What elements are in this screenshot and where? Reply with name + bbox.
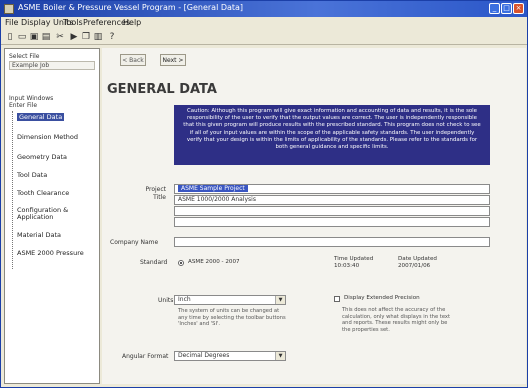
save-icon[interactable]: ▣ (29, 32, 39, 42)
units-label: Units (158, 297, 174, 304)
main-panel: < Back Next > GENERAL DATA Caution: Alth… (102, 48, 526, 384)
app-window: ASME Boiler & Pressure Vessel Program - … (0, 0, 528, 388)
sidebar-item-tool-data[interactable]: Tool Data (17, 171, 47, 179)
open-file-icon[interactable]: ▭ (17, 32, 27, 42)
title-bar[interactable]: ASME Boiler & Pressure Vessel Program - … (1, 1, 527, 17)
company-name-field[interactable] (174, 237, 490, 247)
sidebar-item-dimension-method[interactable]: Dimension Method (17, 133, 78, 141)
sidebar-item-material-data[interactable]: Material Data (17, 231, 61, 239)
sidebar-job-field[interactable]: Example Job (9, 61, 95, 70)
date-updated-label: Date Updated (398, 256, 437, 262)
menu-tools[interactable]: Tools (63, 18, 83, 27)
sidebar-item-geometry-data[interactable]: Geometry Data (17, 153, 67, 161)
chevron-down-icon: ▼ (275, 296, 285, 304)
toolbar: ▯ ▭ ▣ ▤ ✂ ▶ ❐ ▥ ? (1, 30, 527, 45)
standard-radio[interactable] (178, 260, 184, 266)
angular-format-select[interactable]: Decimal Degrees ▼ (174, 351, 286, 361)
run-icon[interactable]: ▶ (69, 32, 79, 42)
date-updated-value: 2007/01/06 (398, 263, 431, 269)
project-title-line-4[interactable] (174, 217, 490, 227)
display-extended-checkbox[interactable] (334, 296, 340, 302)
sidebar-item-tooth-clearance[interactable]: Tooth Clearance (17, 189, 69, 197)
maximize-button[interactable]: □ (501, 3, 512, 14)
menu-file[interactable]: File (5, 18, 18, 27)
cut-icon[interactable]: ✂ (55, 32, 65, 42)
help-icon[interactable]: ? (107, 32, 117, 42)
time-updated-value: 10:03:40 (334, 263, 360, 269)
time-updated-label: Time Updated (334, 256, 374, 262)
display-extended-note: This does not affect the accuracy of the… (342, 307, 451, 333)
standard-label: Standard (140, 259, 168, 266)
menu-bar: File Display Units Tools Preferences Hel… (1, 17, 527, 29)
copy-icon[interactable]: ❐ (81, 32, 91, 42)
angular-format-value: Decimal Degrees (178, 352, 230, 359)
project-title-line-1[interactable]: ASME Sample Project (174, 184, 490, 194)
window-title: ASME Boiler & Pressure Vessel Program - … (18, 3, 244, 12)
angular-format-label: Angular Format (122, 353, 169, 360)
app-icon (4, 4, 14, 14)
close-button[interactable]: × (513, 3, 524, 14)
standard-value: ASME 2000 - 2007 (188, 259, 240, 265)
sidebar-section-label: Input Windows (9, 95, 54, 102)
units-select[interactable]: Inch ▼ (174, 295, 286, 305)
company-name-label: Company Name (110, 239, 159, 246)
display-extended-label: Display Extended Precision (344, 295, 420, 301)
sidebar-item-asme-pressure[interactable]: ASME 2000 Pressure (17, 249, 84, 257)
sidebar-section-value: Enter File (9, 102, 38, 109)
minimize-button[interactable]: _ (489, 3, 500, 14)
sidebar-item-general-data[interactable]: General Data (17, 113, 65, 121)
units-select-value: Inch (178, 296, 191, 303)
back-button[interactable]: < Back (120, 54, 146, 66)
paste-icon[interactable]: ▥ (93, 32, 103, 42)
caution-notice: Caution: Although this program will give… (174, 105, 490, 165)
new-file-icon[interactable]: ▯ (5, 32, 15, 42)
next-button[interactable]: Next > (160, 54, 186, 66)
chevron-down-icon: ▼ (275, 352, 285, 360)
sidebar-item-configuration[interactable]: Configuration & Application (17, 207, 83, 221)
page-title: GENERAL DATA (107, 82, 217, 97)
print-icon[interactable]: ▤ (41, 32, 51, 42)
sidebar-job-label: Select File (9, 53, 40, 60)
project-title-line-1-text: ASME Sample Project (178, 185, 248, 192)
project-title-line-3[interactable] (174, 206, 490, 216)
project-title-label: Project Title (145, 186, 166, 201)
tree-connector (12, 111, 14, 269)
units-note: The system of units can be changed at an… (178, 308, 286, 328)
project-title-line-2[interactable]: ASME 1000/2000 Analysis (174, 195, 490, 205)
menu-help[interactable]: Help (123, 18, 141, 27)
sidebar: Select File Example Job Input Windows En… (4, 48, 100, 384)
